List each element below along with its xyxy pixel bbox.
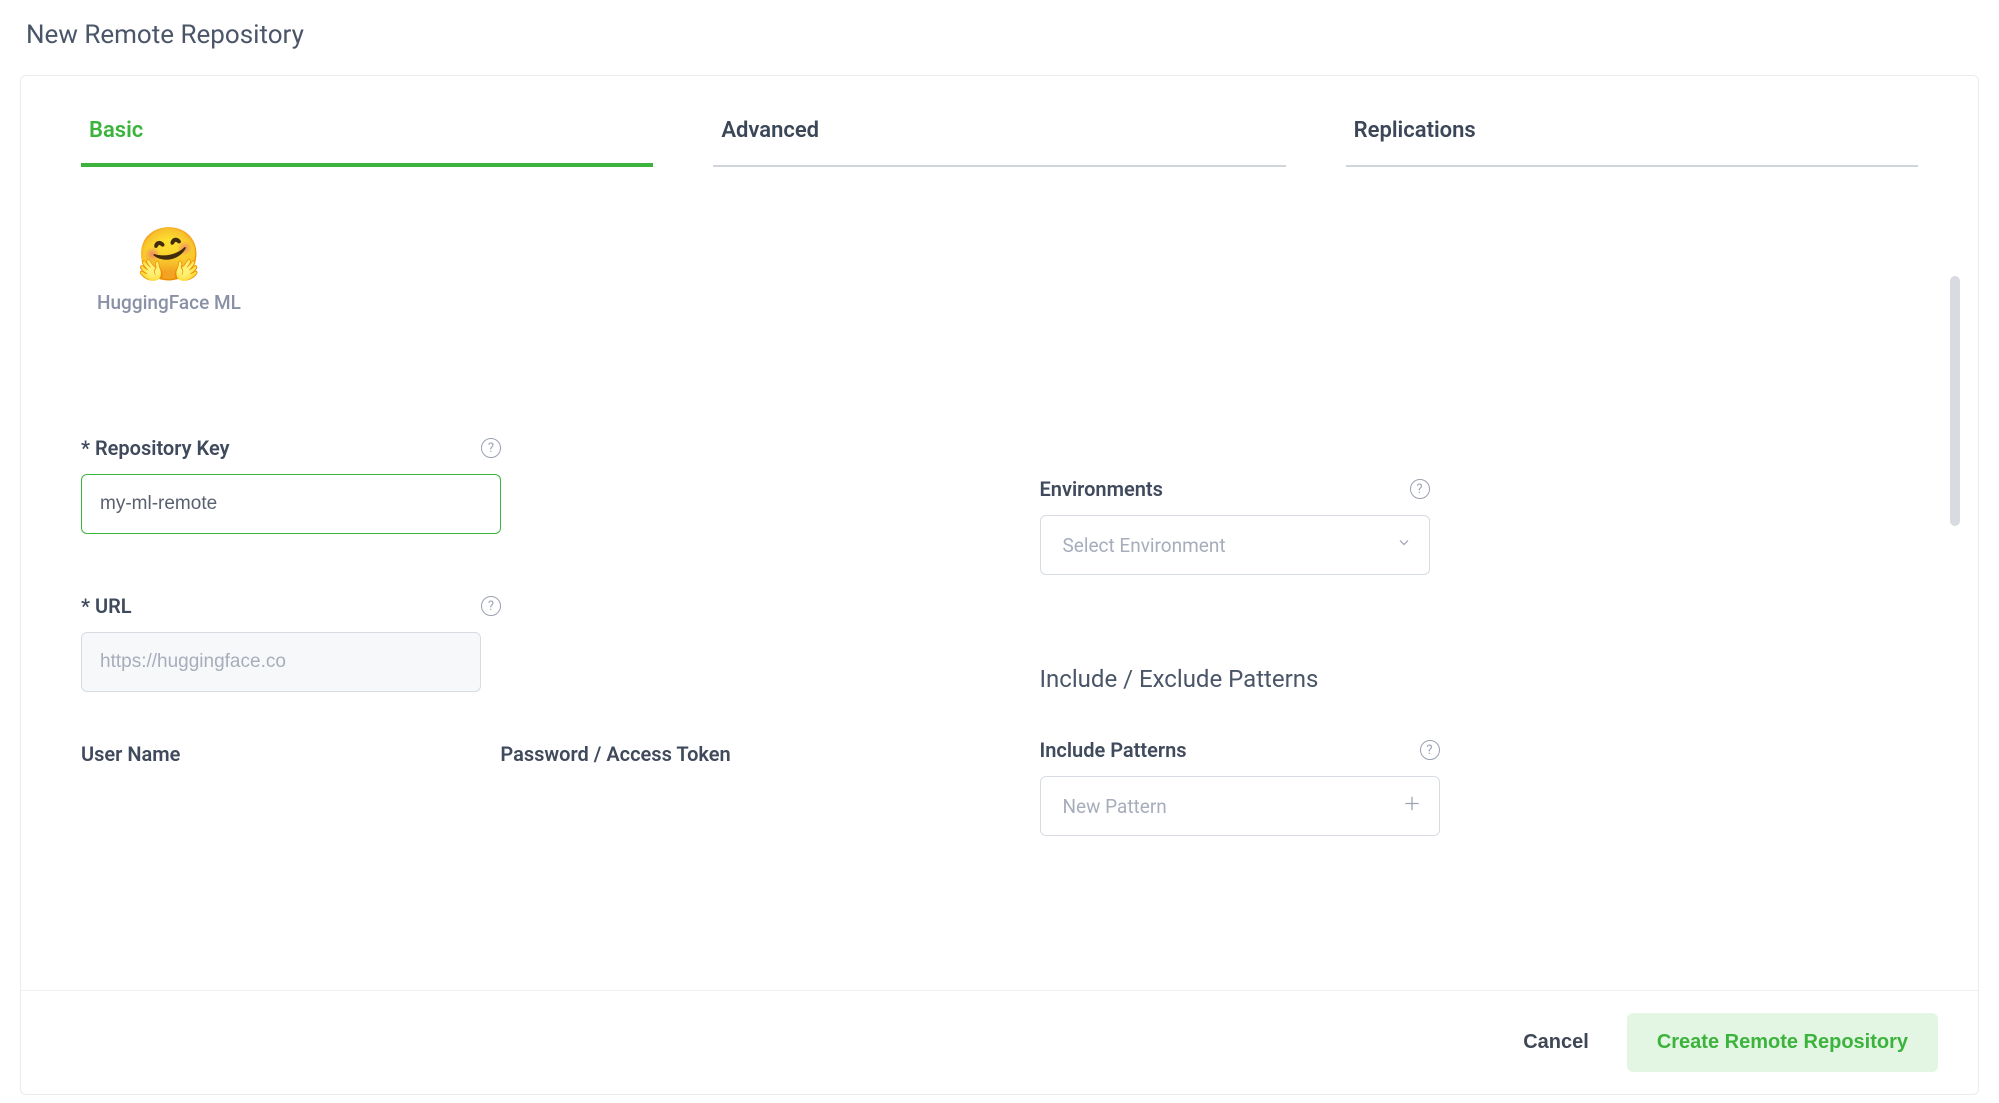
help-icon[interactable]: ? (1410, 479, 1430, 499)
repository-key-label: * Repository Key (81, 436, 230, 460)
plus-icon[interactable] (1402, 794, 1422, 819)
environments-label: Environments (1040, 477, 1163, 501)
patterns-section-title: Include / Exclude Patterns (1040, 665, 1919, 693)
help-icon[interactable]: ? (481, 438, 501, 458)
url-label: * URL (81, 594, 132, 618)
help-icon[interactable]: ? (1420, 740, 1440, 760)
page-title: New Remote Repository (20, 20, 1979, 50)
tab-replications[interactable]: Replications (1346, 118, 1918, 167)
repository-key-input[interactable] (81, 474, 501, 534)
password-label: Password / Access Token (500, 742, 730, 766)
include-patterns-label: Include Patterns (1040, 738, 1187, 762)
repo-type-card[interactable]: 🤗 HuggingFace ML (81, 217, 257, 326)
footer: Cancel Create Remote Repository (21, 990, 1978, 1094)
huggingface-icon: 🤗 (137, 229, 202, 281)
scrollbar[interactable] (1950, 276, 1960, 526)
environments-select[interactable]: Select Environment (1040, 515, 1430, 575)
url-input[interactable] (81, 632, 481, 692)
cancel-button[interactable]: Cancel (1523, 1031, 1589, 1054)
repo-type-name: HuggingFace ML (97, 291, 241, 314)
include-pattern-input[interactable]: New Pattern (1040, 776, 1440, 836)
help-icon[interactable]: ? (481, 596, 501, 616)
tabs: Basic Advanced Replications (21, 76, 1978, 167)
form-card: Basic Advanced Replications 🤗 HuggingFac… (20, 75, 1979, 1095)
tab-advanced[interactable]: Advanced (713, 118, 1285, 167)
username-label: User Name (81, 742, 180, 766)
create-repository-button[interactable]: Create Remote Repository (1627, 1013, 1938, 1072)
tab-basic[interactable]: Basic (81, 118, 653, 167)
